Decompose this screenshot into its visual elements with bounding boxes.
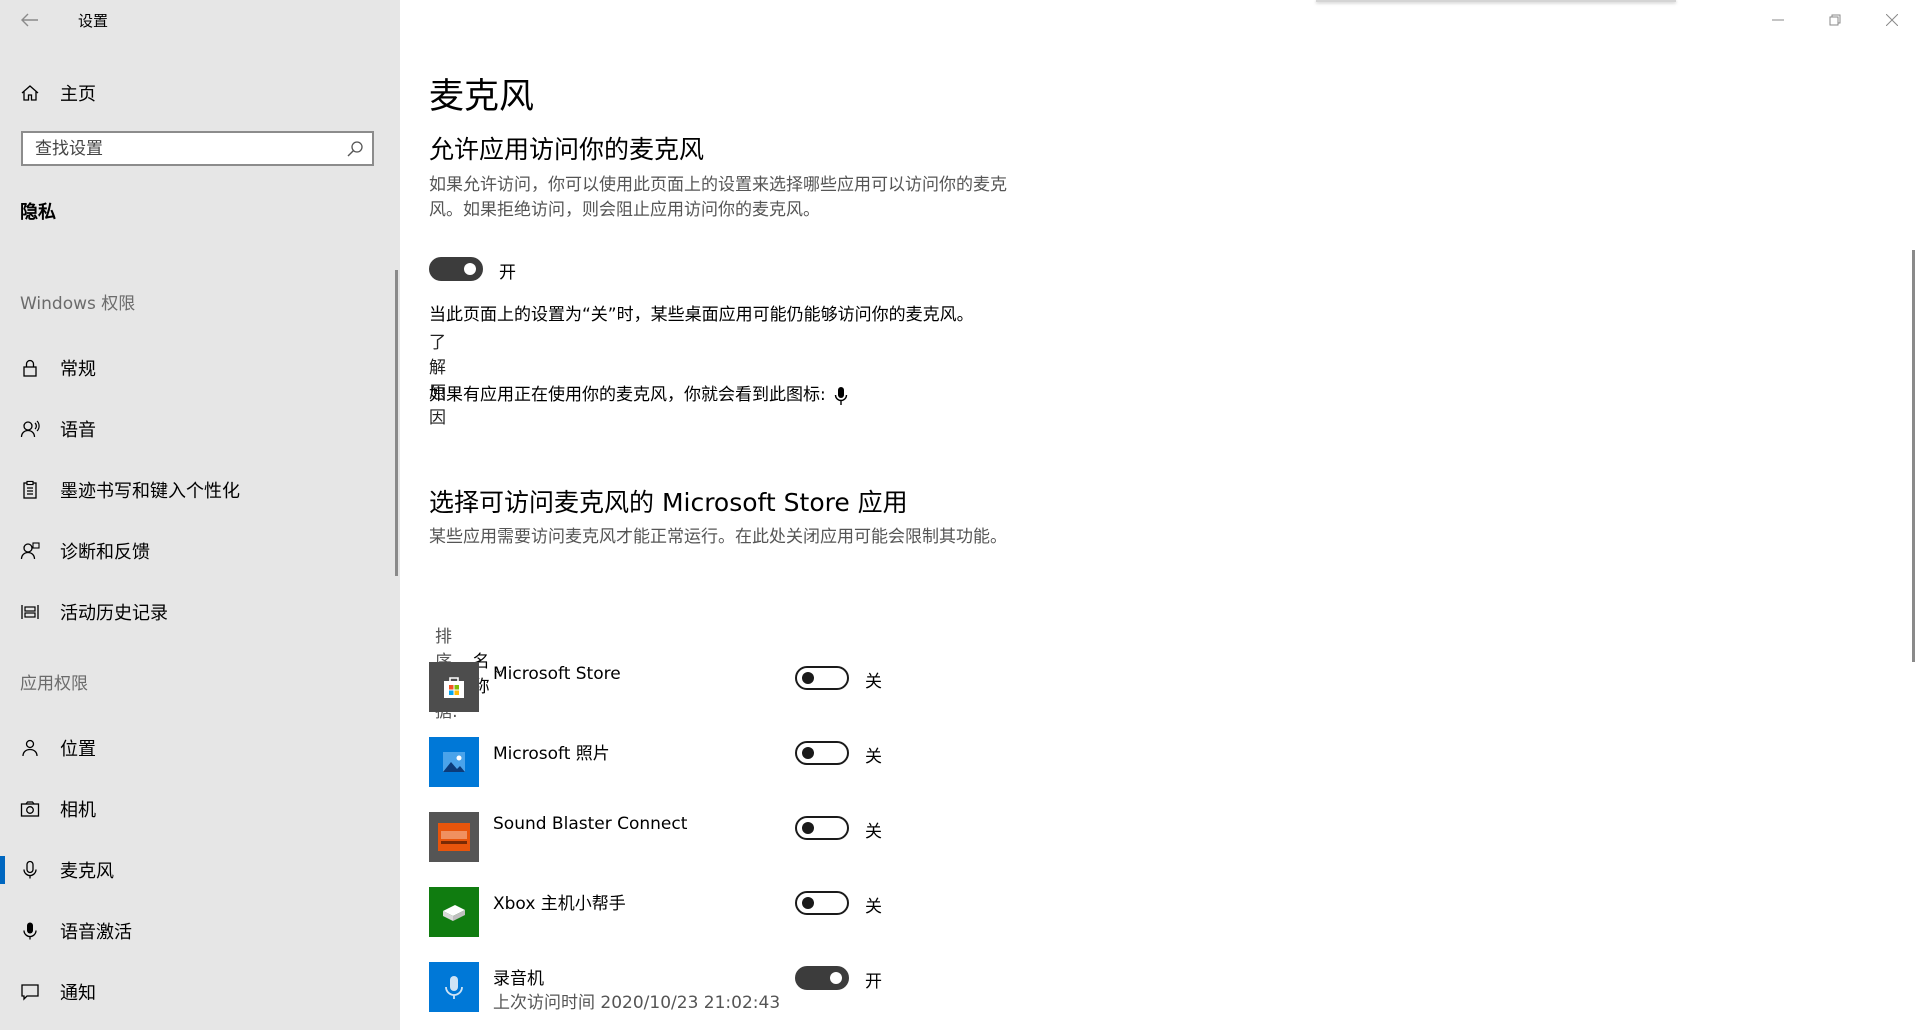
camera-icon <box>19 798 41 820</box>
main-scrollbar[interactable] <box>1912 250 1915 662</box>
sidebar: 设置 主页 隐私 Windows 权限 常规 语音 墨迹书写和键入个性化 诊断和… <box>0 0 400 1030</box>
store-apps-description: 某些应用需要访问麦克风才能正常运行。在此处关闭应用可能会限制其功能。 <box>429 527 1007 547</box>
app-toggle-microsoft-photos[interactable] <box>795 741 849 765</box>
sidebar-item-diagnostics[interactable]: 诊断和反馈 <box>0 531 400 571</box>
section-label-windows: Windows 权限 <box>20 294 136 314</box>
home-icon <box>19 82 41 104</box>
app-name: Microsoft Store <box>493 664 621 684</box>
app-row-xbox-companion: Xbox 主机小帮手 关 <box>429 887 1129 937</box>
sidebar-item-general[interactable]: 常规 <box>0 348 400 388</box>
section-label-apps: 应用权限 <box>20 674 88 694</box>
sidebar-item-speech[interactable]: 语音 <box>0 409 400 449</box>
sidebar-item-voice-activation[interactable]: 语音激活 <box>0 911 400 951</box>
sidebar-item-camera[interactable]: 相机 <box>0 789 400 829</box>
master-toggle-state: 开 <box>499 263 516 283</box>
toggle-knob <box>464 263 476 275</box>
sidebar-item-microphone[interactable]: 麦克风 <box>0 850 400 890</box>
app-name: Sound Blaster Connect <box>493 814 688 834</box>
app-row-microsoft-store: Microsoft Store 关 <box>429 662 1129 712</box>
toggle-knob <box>802 822 814 834</box>
toggle-knob <box>830 972 842 984</box>
photos-icon <box>429 737 479 787</box>
notification-icon <box>19 981 41 1003</box>
lock-icon <box>19 357 41 379</box>
history-icon <box>19 601 41 623</box>
person-pin-icon <box>19 737 41 759</box>
search-icon[interactable] <box>346 140 364 158</box>
sidebar-item-label: 位置 <box>60 739 96 760</box>
app-toggle-xbox-companion[interactable] <box>795 891 849 915</box>
search-input[interactable] <box>23 133 372 164</box>
learn-more-link[interactable]: 了解原因 <box>429 328 446 428</box>
close-button[interactable] <box>1863 0 1920 40</box>
sidebar-item-activity-history[interactable]: 活动历史记录 <box>0 592 400 632</box>
app-row-microsoft-photos: Microsoft 照片 关 <box>429 737 1129 787</box>
sidebar-scrollbar[interactable] <box>395 270 398 576</box>
app-name: 录音机 <box>493 969 544 989</box>
allow-heading: 允许应用访问你的麦克风 <box>429 135 705 164</box>
restore-icon <box>1829 14 1840 26</box>
master-microphone-toggle[interactable] <box>429 257 483 281</box>
speech-icon <box>19 418 41 440</box>
app-last-access: 上次访问时间 2020/10/23 21:02:43 <box>493 993 781 1013</box>
back-arrow-icon <box>21 13 38 27</box>
minimize-icon <box>1771 19 1784 21</box>
minimize-button[interactable] <box>1749 0 1806 40</box>
store-apps-heading: 选择可访问麦克风的 Microsoft Store 应用 <box>429 488 908 517</box>
store-bag-icon <box>429 662 479 712</box>
restore-button[interactable] <box>1806 0 1863 40</box>
sidebar-item-label: 语音激活 <box>60 922 132 943</box>
app-toggle-sound-blaster-connect[interactable] <box>795 816 849 840</box>
window-edge-shadow <box>1316 0 1676 2</box>
sound-blaster-icon <box>429 812 479 862</box>
feedback-icon <box>19 540 41 562</box>
app-toggle-state: 关 <box>865 897 882 917</box>
voice-recorder-icon <box>429 962 479 1012</box>
app-row-sound-blaster-connect: Sound Blaster Connect 关 <box>429 812 1129 862</box>
sidebar-item-label: 通知 <box>60 983 96 1004</box>
app-toggle-state: 开 <box>865 972 882 992</box>
sidebar-item-label: 语音 <box>60 420 96 441</box>
window-controls <box>1749 0 1920 40</box>
sidebar-item-label: 诊断和反馈 <box>60 542 150 563</box>
toggle-knob <box>802 897 814 909</box>
xbox-icon <box>429 887 479 937</box>
search-box <box>21 131 374 166</box>
clipboard-icon <box>19 479 41 501</box>
allow-description: 如果允许访问，你可以使用此页面上的设置来选择哪些应用可以访问你的麦克风。如果拒绝… <box>429 175 1007 220</box>
sidebar-item-label: 相机 <box>60 800 96 821</box>
sidebar-item-home[interactable]: 主页 <box>0 76 400 110</box>
voice-activation-icon <box>19 920 41 942</box>
sidebar-item-notifications[interactable]: 通知 <box>0 972 400 1012</box>
sidebar-item-label: 墨迹书写和键入个性化 <box>60 481 240 502</box>
close-icon <box>1885 14 1898 26</box>
sidebar-item-label: 麦克风 <box>60 861 114 882</box>
app-name: Xbox 主机小帮手 <box>493 894 626 914</box>
icon-note-row: 如果有应用正在使用你的麦克风，你就会看到此图标: <box>429 383 848 408</box>
group-title: 隐私 <box>20 202 56 223</box>
icon-note-text: 如果有应用正在使用你的麦克风，你就会看到此图标: <box>429 385 826 405</box>
window-title: 设置 <box>78 12 109 30</box>
page-title: 麦克风 <box>429 77 535 117</box>
app-toggle-state: 关 <box>865 822 882 842</box>
sidebar-item-label: 常规 <box>60 359 96 380</box>
app-row-voice-recorder: 录音机 上次访问时间 2020/10/23 21:02:43 开 <box>429 962 1129 1013</box>
sidebar-item-inking[interactable]: 墨迹书写和键入个性化 <box>0 470 400 510</box>
microphone-icon <box>19 859 41 881</box>
desktop-apps-note: 当此页面上的设置为“关”时，某些桌面应用可能仍能够访问你的麦克风。 <box>429 305 974 325</box>
app-name: Microsoft 照片 <box>493 744 610 764</box>
sidebar-item-location[interactable]: 位置 <box>0 728 400 768</box>
app-toggle-voice-recorder[interactable] <box>795 966 849 990</box>
toggle-knob <box>802 747 814 759</box>
app-toggle-microsoft-store[interactable] <box>795 666 849 690</box>
sidebar-item-label: 活动历史记录 <box>60 603 168 624</box>
app-toggle-state: 关 <box>865 672 882 692</box>
app-toggle-state: 关 <box>865 747 882 767</box>
back-button[interactable] <box>18 8 42 32</box>
microphone-indicator-icon <box>834 386 847 405</box>
toggle-knob <box>802 672 814 684</box>
sidebar-item-label: 主页 <box>60 84 96 105</box>
